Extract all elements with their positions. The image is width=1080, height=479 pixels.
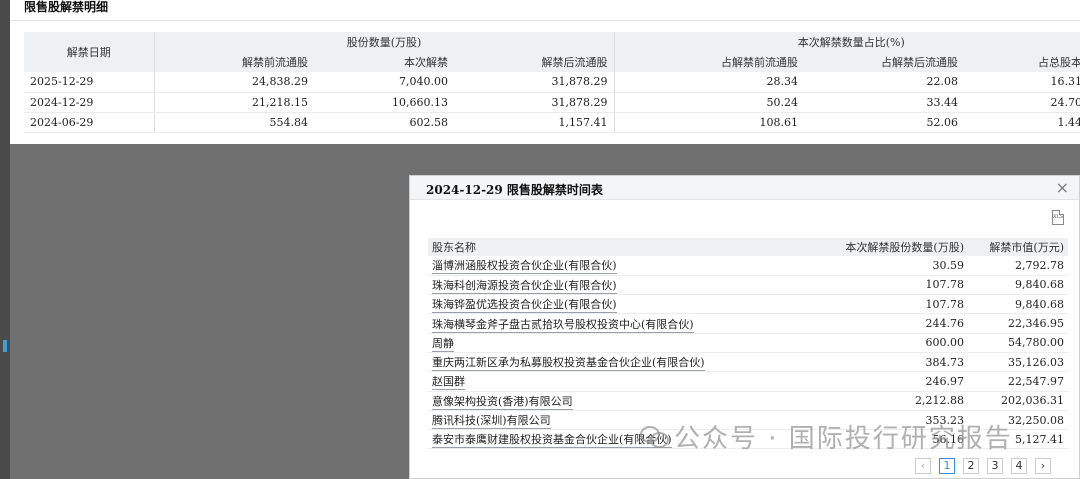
col-header: 占解禁后流通股 <box>804 52 965 72</box>
col-header-qty: 本次解禁股份数量(万股) <box>808 238 968 256</box>
table-row[interactable]: 赵国群 246.97 22,547.97 <box>428 371 1068 392</box>
shareholder-name[interactable]: 周静 <box>428 333 808 353</box>
cell: 52.06 <box>804 112 965 133</box>
cell: 602.58 <box>314 112 454 133</box>
cell-qty: 56.16 <box>808 429 968 450</box>
cell: 16.31 <box>964 72 1080 93</box>
cell-value: 54,780.00 <box>968 333 1068 353</box>
table-row[interactable]: 珠海铧盈优选投资合伙企业(有限合伙) 107.78 9,840.68 <box>428 294 1068 315</box>
cell: 10,660.13 <box>314 92 454 113</box>
dialog-header: 2024-12-29 限售股解禁时间表 × <box>410 176 1079 200</box>
cell-date: 2024-06-29 <box>24 112 154 133</box>
cell-qty: 107.78 <box>808 275 968 296</box>
table-row[interactable]: 珠海科创海源投资合伙企业(有限合伙) 107.78 9,840.68 <box>428 275 1068 296</box>
table-row[interactable]: 淄博洲涵股权投资合伙企业(有限合伙) 30.59 2,792.78 <box>428 256 1068 276</box>
cell: 28.34 <box>613 72 805 93</box>
shareholder-table: 股东名称 本次解禁股份数量(万股) 解禁市值(万元) 淄博洲涵股权投资合伙企业(… <box>428 238 1068 450</box>
table-row[interactable]: 2024-06-29 554.84 602.58 1,157.41 108.61… <box>24 112 1080 133</box>
cell: 7,040.00 <box>314 72 454 93</box>
cell-date: 2025-12-29 <box>24 72 154 93</box>
cell-qty: 600.00 <box>808 333 968 353</box>
cell-qty: 2,212.88 <box>808 391 968 411</box>
dialog-title: 2024-12-29 限售股解禁时间表 <box>426 183 603 197</box>
table-row[interactable]: 意像架构投资(香港)有限公司 2,212.88 202,036.31 <box>428 391 1068 411</box>
cell-date: 2024-12-29 <box>24 92 154 113</box>
page-button-2[interactable]: 2 <box>963 458 979 474</box>
next-page-button[interactable]: › <box>1035 458 1051 474</box>
group-header-ratio: 本次解禁数量占比(%) <box>613 32 1080 52</box>
col-header: 解禁前流通股 <box>153 52 314 72</box>
shareholder-name[interactable]: 淄博洲涵股权投资合伙企业(有限合伙) <box>428 256 808 276</box>
cell: 108.61 <box>613 112 805 133</box>
left-edge-strip <box>0 0 10 479</box>
close-icon[interactable]: × <box>1056 178 1069 197</box>
cell: 24.70 <box>964 92 1080 113</box>
page-button-3[interactable]: 3 <box>987 458 1003 474</box>
unlock-summary-table: 解禁日期 股份数量(万股) 本次解禁数量占比(%) 解禁前流通股 本次解禁 解禁… <box>24 32 1080 133</box>
col-header-name: 股东名称 <box>428 238 808 256</box>
cell: 31,878.29 <box>454 92 615 113</box>
col-header-value: 解禁市值(万元) <box>968 238 1068 256</box>
shareholder-name[interactable]: 重庆两江新区承为私募股权投资基金合伙企业(有限合伙) <box>428 352 808 373</box>
col-header: 占解禁前流通股 <box>613 52 805 72</box>
table-row[interactable]: 周静 600.00 54,780.00 <box>428 333 1068 353</box>
shareholder-name[interactable]: 珠海科创海源投资合伙企业(有限合伙) <box>428 275 808 296</box>
export-xls-icon[interactable]: XLS <box>1052 210 1064 225</box>
col-header-date: 解禁日期 <box>24 32 154 72</box>
cell: 31,878.29 <box>454 72 615 93</box>
cell: 1.44 <box>964 112 1080 133</box>
table-row[interactable]: 珠海横琴金斧子盘古贰拾玖号股权投资中心(有限合伙) 244.76 22,346.95 <box>428 313 1068 334</box>
cell: 1,157.41 <box>454 112 615 133</box>
title-divider <box>10 20 1080 21</box>
cell-value: 22,346.95 <box>968 313 1068 334</box>
shareholder-name[interactable]: 泰安市泰鹰财建股权投资基金合伙企业(有限合伙) <box>428 429 808 450</box>
shareholder-name[interactable]: 珠海铧盈优选投资合伙企业(有限合伙) <box>428 294 808 315</box>
cell-qty: 107.78 <box>808 294 968 315</box>
cell-value: 5,127.41 <box>968 429 1068 450</box>
cell-qty: 353.23 <box>808 410 968 431</box>
group-header-shares: 股份数量(万股) <box>153 32 615 52</box>
table-row[interactable]: 泰安市泰鹰财建股权投资基金合伙企业(有限合伙) 56.16 5,127.41 <box>428 429 1068 450</box>
page-button-1[interactable]: 1 <box>939 458 955 474</box>
unlock-schedule-dialog: 2024-12-29 限售股解禁时间表 × XLS 股东名称 本次解禁股份数量(… <box>409 175 1080 479</box>
unlock-detail-panel: 限售股解禁明细 解禁日期 股份数量(万股) 本次解禁数量占比(%) 解禁前流通股… <box>10 0 1080 144</box>
table-row[interactable]: 2025-12-29 24,838.29 7,040.00 31,878.29 … <box>24 72 1080 93</box>
cell-value: 9,840.68 <box>968 294 1068 315</box>
shareholder-name[interactable]: 腾讯科技(深圳)有限公司 <box>428 410 808 431</box>
prev-page-button[interactable]: ‹ <box>915 458 931 474</box>
cell: 50.24 <box>613 92 805 113</box>
cell: 33.44 <box>804 92 965 113</box>
shareholder-name[interactable]: 赵国群 <box>428 371 808 392</box>
cell-qty: 244.76 <box>808 313 968 334</box>
shareholder-name[interactable]: 意像架构投资(香港)有限公司 <box>428 391 808 411</box>
cell-qty: 246.97 <box>808 371 968 392</box>
cell-value: 202,036.31 <box>968 391 1068 411</box>
cell: 21,218.15 <box>153 92 314 113</box>
col-header: 解禁后流通股 <box>454 52 615 72</box>
cell: 554.84 <box>153 112 314 133</box>
cell: 22.08 <box>804 72 965 93</box>
cell-value: 32,250.08 <box>968 410 1068 431</box>
col-header: 占总股本 <box>964 52 1080 72</box>
cell-qty: 30.59 <box>808 256 968 276</box>
table-row[interactable]: 重庆两江新区承为私募股权投资基金合伙企业(有限合伙) 384.73 35,126.0… <box>428 352 1068 373</box>
pagination: ‹ 1 2 3 4 › <box>915 458 1051 474</box>
shareholder-name[interactable]: 珠海横琴金斧子盘古贰拾玖号股权投资中心(有限合伙) <box>428 313 808 334</box>
table-row[interactable]: 腾讯科技(深圳)有限公司 353.23 32,250.08 <box>428 410 1068 431</box>
col-header: 本次解禁 <box>314 52 454 72</box>
panel-title: 限售股解禁明细 <box>24 0 109 14</box>
page-button-4[interactable]: 4 <box>1011 458 1027 474</box>
cell: 24,838.29 <box>153 72 314 93</box>
cell-qty: 384.73 <box>808 352 968 373</box>
left-edge-marker <box>3 340 7 352</box>
table-row[interactable]: 2024-12-29 21,218.15 10,660.13 31,878.29… <box>24 92 1080 113</box>
cell-value: 2,792.78 <box>968 256 1068 276</box>
cell-value: 22,547.97 <box>968 371 1068 392</box>
cell-value: 9,840.68 <box>968 275 1068 296</box>
cell-value: 35,126.03 <box>968 352 1068 373</box>
